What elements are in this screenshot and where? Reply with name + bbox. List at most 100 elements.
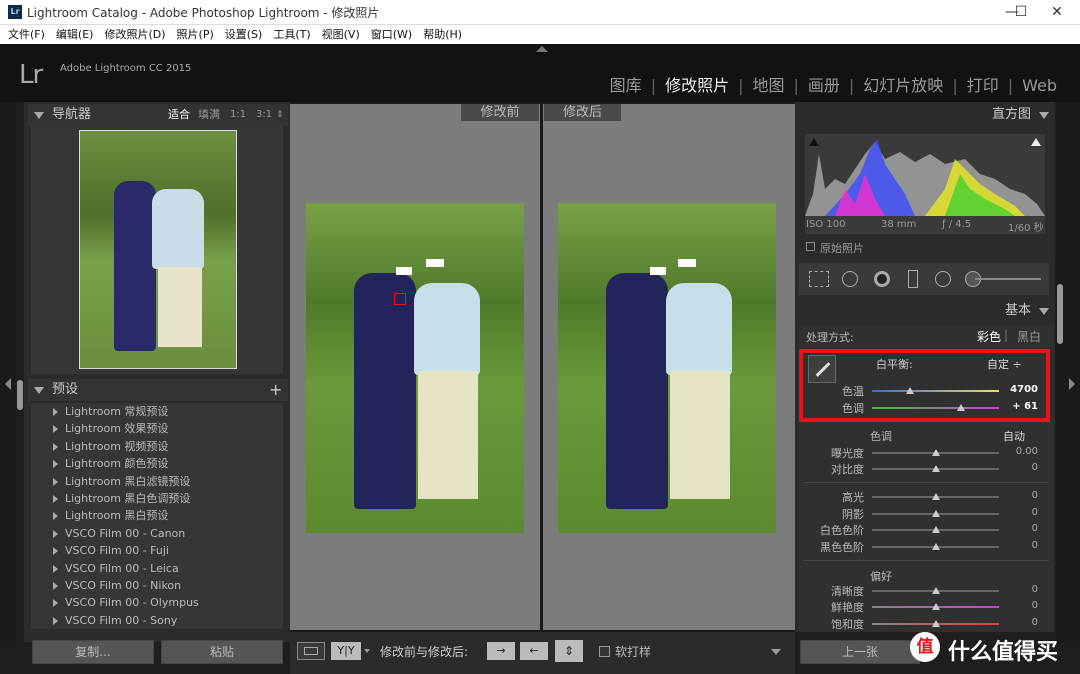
wb-eyedropper-icon[interactable] xyxy=(808,355,836,383)
shadow-clipping-icon[interactable] xyxy=(809,138,819,146)
preset-folder[interactable]: Lightroom 视频预设 xyxy=(31,438,283,455)
menu-view[interactable]: 视图(V) xyxy=(322,25,360,44)
expand-arrow-icon[interactable] xyxy=(53,547,58,556)
auto-tone-button[interactable]: 自动 xyxy=(1003,428,1025,444)
before-photo[interactable] xyxy=(306,203,524,533)
highlights-slider-thumb[interactable] xyxy=(931,493,940,500)
menu-file[interactable]: 文件(F) xyxy=(8,25,45,44)
preset-folder[interactable]: Lightroom 黑白色调预设 xyxy=(31,490,283,507)
zoom-stepper-icon[interactable]: ⇕ xyxy=(276,104,284,126)
zoom-1-1[interactable]: 1:1 xyxy=(230,104,246,126)
collapse-right-icon[interactable] xyxy=(1069,378,1075,390)
module-slideshow[interactable]: 幻灯片放映 xyxy=(854,72,952,96)
saturation-value[interactable]: 0 xyxy=(1002,617,1038,628)
expand-arrow-icon[interactable] xyxy=(53,494,58,503)
vibrance-value[interactable]: 0 xyxy=(1002,600,1038,611)
brush-slider[interactable] xyxy=(975,278,1041,280)
basic-header[interactable]: 基本 xyxy=(799,300,1053,322)
module-web[interactable]: Web xyxy=(1013,76,1066,95)
contrast-slider-thumb[interactable] xyxy=(931,465,940,472)
left-scrollbar[interactable] xyxy=(17,380,23,410)
loupe-view-icon[interactable] xyxy=(297,642,325,660)
collapse-top-icon[interactable] xyxy=(536,46,548,52)
preset-folder[interactable]: Lightroom 颜色预设 xyxy=(31,455,283,472)
expand-arrow-icon[interactable] xyxy=(53,581,58,590)
whites-slider-thumb[interactable] xyxy=(931,526,940,533)
vibrance-slider-thumb[interactable] xyxy=(931,603,940,610)
menu-tools[interactable]: 工具(T) xyxy=(273,25,310,44)
menu-window[interactable]: 窗口(W) xyxy=(371,25,412,44)
module-book[interactable]: 画册 xyxy=(799,72,849,96)
spot-removal-icon[interactable] xyxy=(842,271,858,287)
highlight-clipping-icon[interactable] xyxy=(1031,138,1041,146)
wb-preset-select[interactable]: 自定 ÷ xyxy=(987,356,1022,372)
expand-arrow-icon[interactable] xyxy=(53,477,58,486)
expand-arrow-icon[interactable] xyxy=(53,408,58,416)
preset-folder[interactable]: VSCO Film 00 - Olympus xyxy=(31,594,283,611)
exposure-slider-thumb[interactable] xyxy=(931,449,940,456)
zoom-fill[interactable]: 填满 xyxy=(198,104,220,126)
swap-icon[interactable]: ⇕ xyxy=(555,640,583,662)
blacks-slider-thumb[interactable] xyxy=(931,543,940,550)
before-after-toggle[interactable]: Y|Y xyxy=(331,642,361,660)
white-balance-tint-slider-track[interactable] xyxy=(872,407,999,409)
soft-proof-checkbox[interactable] xyxy=(599,646,610,657)
paste-button[interactable]: 粘贴 xyxy=(161,640,283,664)
menu-edit[interactable]: 编辑(E) xyxy=(56,25,94,44)
treatment-bw[interactable]: 黑白 xyxy=(1017,328,1041,345)
navigator-header[interactable]: 导航器 适合 填满 1:1 3:1 ⇕ xyxy=(28,104,288,126)
expand-arrow-icon[interactable] xyxy=(53,616,58,625)
preset-folder[interactable]: VSCO Film 00 - Nikon xyxy=(31,577,283,594)
whites-value[interactable]: 0 xyxy=(1002,523,1038,534)
highlights-value[interactable]: 0 xyxy=(1002,490,1038,501)
after-photo[interactable] xyxy=(558,203,776,533)
menu-help[interactable]: 帮助(H) xyxy=(423,25,462,44)
exposure-value[interactable]: 0.00 xyxy=(1002,446,1038,457)
preset-folder[interactable]: Lightroom 黑白滤镜预设 xyxy=(31,473,283,490)
copy-before-to-after-icon[interactable]: → xyxy=(487,642,515,660)
menu-settings[interactable]: 设置(S) xyxy=(225,25,263,44)
module-map[interactable]: 地图 xyxy=(743,72,793,96)
shadows-slider-thumb[interactable] xyxy=(931,510,940,517)
white-balance-tint-value[interactable]: + 61 xyxy=(1002,401,1038,412)
preset-folder[interactable]: VSCO Film 00 - Fuji xyxy=(31,542,283,559)
previous-button[interactable]: 上一张 xyxy=(800,640,920,664)
zoom-3-1[interactable]: 3:1 xyxy=(256,104,272,126)
presets-header[interactable]: 预设 + xyxy=(28,379,288,401)
preset-folder[interactable]: VSCO Film 00 - Canon xyxy=(31,525,283,542)
view-mode-dropdown-icon[interactable] xyxy=(364,649,370,653)
blacks-value[interactable]: 0 xyxy=(1002,540,1038,551)
clarity-slider-thumb[interactable] xyxy=(931,587,940,594)
expand-arrow-icon[interactable] xyxy=(53,529,58,538)
add-preset-icon[interactable]: + xyxy=(269,379,282,401)
graduated-filter-icon[interactable] xyxy=(908,270,918,288)
copy-after-to-before-icon[interactable]: ← xyxy=(520,642,548,660)
clarity-value[interactable]: 0 xyxy=(1002,584,1038,595)
white-balance-temp-value[interactable]: 4700 xyxy=(1002,384,1038,395)
expand-arrow-icon[interactable] xyxy=(53,460,58,469)
zoom-fit[interactable]: 适合 xyxy=(168,104,190,126)
close-button[interactable]: ✕ xyxy=(1034,0,1080,25)
preset-folder[interactable]: Lightroom 常规预设 xyxy=(31,403,283,420)
shadows-value[interactable]: 0 xyxy=(1002,507,1038,518)
module-library[interactable]: 图库 xyxy=(601,72,651,96)
preset-folder[interactable]: VSCO Film 00 - Leica xyxy=(31,560,283,577)
histogram-collapse-icon[interactable] xyxy=(1039,112,1049,119)
crop-tool-icon[interactable] xyxy=(809,271,829,287)
expand-arrow-icon[interactable] xyxy=(53,564,58,573)
presets-collapse-icon[interactable] xyxy=(34,387,44,394)
red-eye-icon[interactable] xyxy=(874,271,890,287)
treatment-color[interactable]: 彩色 xyxy=(977,328,1001,345)
collapse-left-icon[interactable] xyxy=(5,378,11,390)
basic-collapse-icon[interactable] xyxy=(1039,308,1049,315)
navigator-thumbnail[interactable] xyxy=(79,130,237,369)
original-photo-checkbox[interactable] xyxy=(806,242,815,251)
contrast-value[interactable]: 0 xyxy=(1002,462,1038,473)
expand-arrow-icon[interactable] xyxy=(53,425,58,434)
expand-arrow-icon[interactable] xyxy=(53,442,58,451)
menu-develop[interactable]: 修改照片(D) xyxy=(104,25,165,44)
navigator-collapse-icon[interactable] xyxy=(34,112,44,119)
menu-photo[interactable]: 照片(P) xyxy=(177,25,214,44)
preset-folder[interactable]: VSCO Film 00 - Sony xyxy=(31,612,283,629)
white-balance-temp-slider-track[interactable] xyxy=(872,390,999,392)
